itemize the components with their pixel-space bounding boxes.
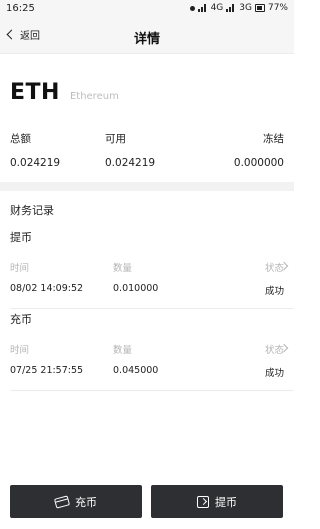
record-type: 充币 bbox=[10, 313, 32, 326]
page-title: 详情 bbox=[133, 32, 160, 47]
record-headers: 时间 数量 状态 bbox=[10, 342, 284, 356]
battery-icon bbox=[254, 4, 265, 12]
record-status: 成功 bbox=[264, 286, 284, 297]
record-values: 08/02 14:09:52 0.010000 成功 bbox=[10, 283, 284, 297]
total-value: 0.024219 bbox=[10, 157, 61, 169]
coin-header: ETH Ethereum bbox=[10, 80, 119, 105]
record-time: 08/02 14:09:52 bbox=[10, 283, 84, 294]
status-indicators: 4G 3G 77% bbox=[189, 3, 288, 13]
available-value: 0.024219 bbox=[105, 157, 156, 169]
record-status: 成功 bbox=[264, 368, 284, 379]
section-divider bbox=[0, 182, 294, 191]
nav-bar: 返回 详情 bbox=[0, 18, 294, 54]
total-label: 总额 bbox=[10, 133, 31, 145]
coin-symbol: ETH bbox=[10, 80, 60, 105]
records-title: 财务记录 bbox=[10, 204, 54, 217]
balance-values: 0.024219 0.024219 0.000000 bbox=[10, 157, 284, 169]
record-headers: 时间 数量 状态 bbox=[10, 260, 284, 274]
frozen-value: 0.000000 bbox=[233, 157, 284, 169]
network-4g: 4G bbox=[210, 3, 224, 13]
record-type: 提币 bbox=[10, 231, 32, 244]
available-label: 可用 bbox=[105, 133, 126, 145]
withdraw-label: 提币 bbox=[215, 495, 237, 509]
record-divider bbox=[10, 308, 294, 309]
status-header: 状态 bbox=[264, 263, 284, 274]
deposit-button[interactable]: 充币 bbox=[10, 485, 142, 518]
signal-icon bbox=[197, 4, 208, 12]
record-amount: 0.010000 bbox=[113, 283, 159, 294]
withdraw-icon bbox=[197, 495, 209, 508]
record-amount: 0.045000 bbox=[113, 365, 159, 376]
status-header: 状态 bbox=[264, 345, 284, 356]
time-header: 时间 bbox=[10, 345, 30, 356]
record-values: 07/25 21:57:55 0.045000 成功 bbox=[10, 365, 284, 379]
record-time: 07/25 21:57:55 bbox=[10, 365, 84, 376]
network-3g: 3G bbox=[239, 3, 252, 13]
alarm-icon bbox=[189, 5, 195, 11]
record-item-withdraw[interactable]: 提币 时间 数量 状态 08/02 14:09:52 0.010000 成功 bbox=[10, 229, 294, 309]
card-icon bbox=[53, 494, 71, 509]
frozen-label: 冻结 bbox=[263, 133, 284, 145]
status-bar: 16:25 4G 3G 77% bbox=[0, 0, 294, 18]
deposit-label: 充币 bbox=[75, 495, 97, 509]
amount-header: 数量 bbox=[113, 263, 133, 274]
balance-headers: 总额 可用 冻结 bbox=[10, 131, 284, 146]
withdraw-button[interactable]: 提币 bbox=[151, 485, 283, 518]
signal-icon bbox=[226, 4, 236, 12]
time-header: 时间 bbox=[10, 263, 30, 274]
battery-level: 77% bbox=[267, 3, 288, 13]
balance-summary: 总额 可用 冻结 0.024219 0.024219 0.000000 bbox=[10, 131, 284, 169]
coin-name: Ethereum bbox=[69, 91, 119, 102]
amount-header: 数量 bbox=[113, 345, 133, 356]
record-divider bbox=[10, 390, 294, 391]
record-item-deposit[interactable]: 充币 时间 数量 状态 07/25 21:57:55 0.045000 成功 bbox=[10, 311, 294, 391]
status-time: 16:25 bbox=[6, 3, 35, 14]
